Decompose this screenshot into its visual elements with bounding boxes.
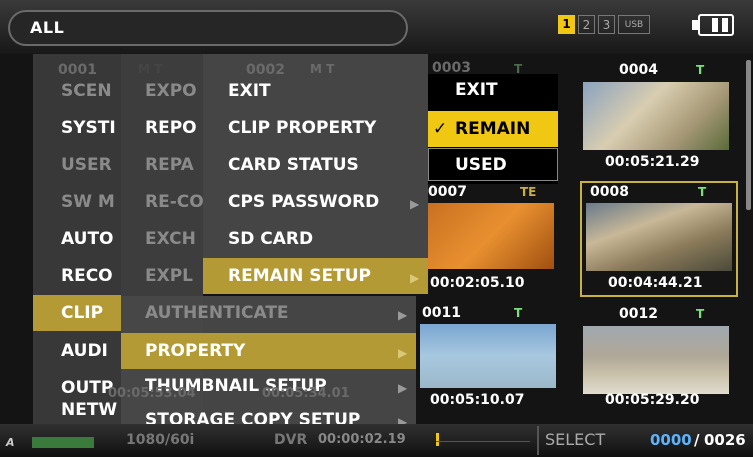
- thumbnail-duration: 00:02:05.10: [430, 275, 525, 291]
- thumbnail-duration: 00:05:10.07: [430, 392, 525, 408]
- menu-item-explore[interactable]: EXPL: [145, 266, 193, 286]
- menu-item-card-status[interactable]: CARD STATUS: [228, 155, 359, 175]
- filter-box[interactable]: [8, 10, 408, 46]
- battery-level-bar: [712, 18, 718, 32]
- codec-badge: [32, 437, 94, 448]
- thumbnail-image: [583, 82, 729, 150]
- menu-item-repair[interactable]: REPA: [145, 155, 194, 175]
- thumbnail-flags: T: [514, 306, 523, 320]
- usb-indicator: USB: [618, 15, 650, 34]
- menu-item-sd-card[interactable]: SD CARD: [228, 229, 313, 249]
- menu-item-export[interactable]: EXPO: [145, 81, 197, 101]
- thumbnail-image: [420, 324, 556, 388]
- menu-item-clip[interactable]: CLIP: [61, 303, 103, 323]
- thumbnail-image: [583, 326, 729, 394]
- remain-meter-track: [436, 441, 530, 442]
- thumbnail-0007[interactable]: 0007 TE 00:02:05.10: [428, 181, 558, 297]
- filter-label: ALL: [30, 18, 65, 37]
- thumbnail-number: 0001: [58, 62, 97, 78]
- submenu-arrow-icon: ▶: [410, 271, 420, 285]
- thumbnail-number: 0011: [422, 305, 461, 321]
- submenu-arrow-icon: ▶: [410, 197, 420, 211]
- used-option-outline: [428, 148, 558, 181]
- slot-3-indicator: 3: [598, 15, 615, 34]
- submenu-arrow-icon: ▶: [398, 381, 408, 395]
- format-label: 1080/60i: [126, 432, 195, 448]
- ghost-duration: 00:05:34.01: [262, 386, 350, 401]
- count-separator: /: [694, 431, 700, 449]
- thumbnail-flags: T: [696, 63, 705, 77]
- thumbnail-number: 0007: [428, 184, 467, 200]
- menu-item-recording[interactable]: RECO: [61, 266, 113, 286]
- menu-item-auto[interactable]: AUTO: [61, 229, 114, 249]
- menu-item-audio[interactable]: AUDI: [61, 341, 108, 361]
- thumbnail-flags: TE: [520, 185, 537, 199]
- thumbnail-flags: T: [696, 307, 705, 321]
- menu-item-user[interactable]: USER: [61, 155, 112, 175]
- thumbnail-image: [586, 203, 732, 271]
- menu-item-remain-setup[interactable]: REMAIN SETUP: [228, 266, 371, 286]
- thumbnail-0012[interactable]: 0012 T 00:05:29.20: [565, 300, 747, 420]
- ghost-duration: 00:05:53.04: [108, 386, 196, 401]
- thumbnail-0011[interactable]: 0011 T 00:05:10.07: [420, 300, 560, 416]
- remain-option: REMAIN: [455, 119, 531, 139]
- checkmark-icon: ✓: [433, 119, 448, 139]
- menu-item-exit[interactable]: EXIT: [228, 81, 271, 101]
- thumbnail-flags: T: [514, 62, 523, 76]
- thumbnail-flags: M T: [310, 62, 335, 76]
- menu-item-sw-mode[interactable]: SW M: [61, 192, 115, 212]
- select-label: SELECT: [545, 430, 606, 449]
- slot-2-indicator: 2: [578, 15, 595, 34]
- menu-item-network[interactable]: NETW: [61, 400, 117, 420]
- thumbnail-0004[interactable]: 0004 T 00:05:21.29: [565, 56, 747, 176]
- thumbnail-image: [428, 203, 554, 269]
- thumbnail-flags: T: [698, 185, 707, 199]
- menu-item-system[interactable]: SYSTI: [61, 118, 116, 138]
- thumbnail-number: 0002: [246, 62, 285, 78]
- total-count: 0026: [704, 431, 746, 449]
- thumbnail-number: 0003: [432, 60, 471, 76]
- menu-item-property[interactable]: PROPERTY: [145, 341, 245, 361]
- submenu-arrow-icon: ▶: [398, 308, 408, 322]
- menu-item-authenticate[interactable]: AUTHENTICATE: [145, 303, 289, 323]
- thumbnail-number: 0008: [590, 184, 629, 200]
- slot-1-indicator: 1: [558, 15, 575, 34]
- menu-item-exchange[interactable]: EXCH: [145, 229, 196, 249]
- menu-item-scene[interactable]: SCEN: [61, 81, 112, 101]
- submenu-arrow-icon: ▶: [398, 346, 408, 360]
- thumbnail-number: 0004: [619, 62, 658, 78]
- menu-item-clip-property[interactable]: CLIP PROPERTY: [228, 118, 376, 138]
- menu-item-repo[interactable]: REPO: [145, 118, 197, 138]
- menu-item-cps-password[interactable]: CPS PASSWORD: [228, 192, 379, 212]
- thumbnail-duration: 00:04:44.21: [608, 275, 703, 291]
- avc-logo-icon: A: [6, 436, 15, 449]
- scrollbar[interactable]: [746, 60, 751, 210]
- thumbnail-duration: 00:05:21.29: [605, 154, 700, 170]
- menu-item-re-connect[interactable]: RE-CO: [145, 192, 204, 212]
- dvr-label: DVR: [274, 432, 308, 448]
- selected-count: 0000: [650, 431, 692, 449]
- thumbnail-duration: 00:05:29.20: [605, 392, 700, 408]
- remain-meter-fill: [436, 433, 439, 446]
- remaining-time: 00:00:02.19: [318, 432, 406, 447]
- remain-setup-exit[interactable]: EXIT: [455, 80, 498, 100]
- menu-item-output[interactable]: OUTP: [61, 378, 113, 398]
- thumbnail-number: 0012: [619, 306, 658, 322]
- thumbnail-0008-selected[interactable]: 0008 T 00:04:44.21: [580, 181, 738, 297]
- battery-level-bar: [722, 18, 728, 32]
